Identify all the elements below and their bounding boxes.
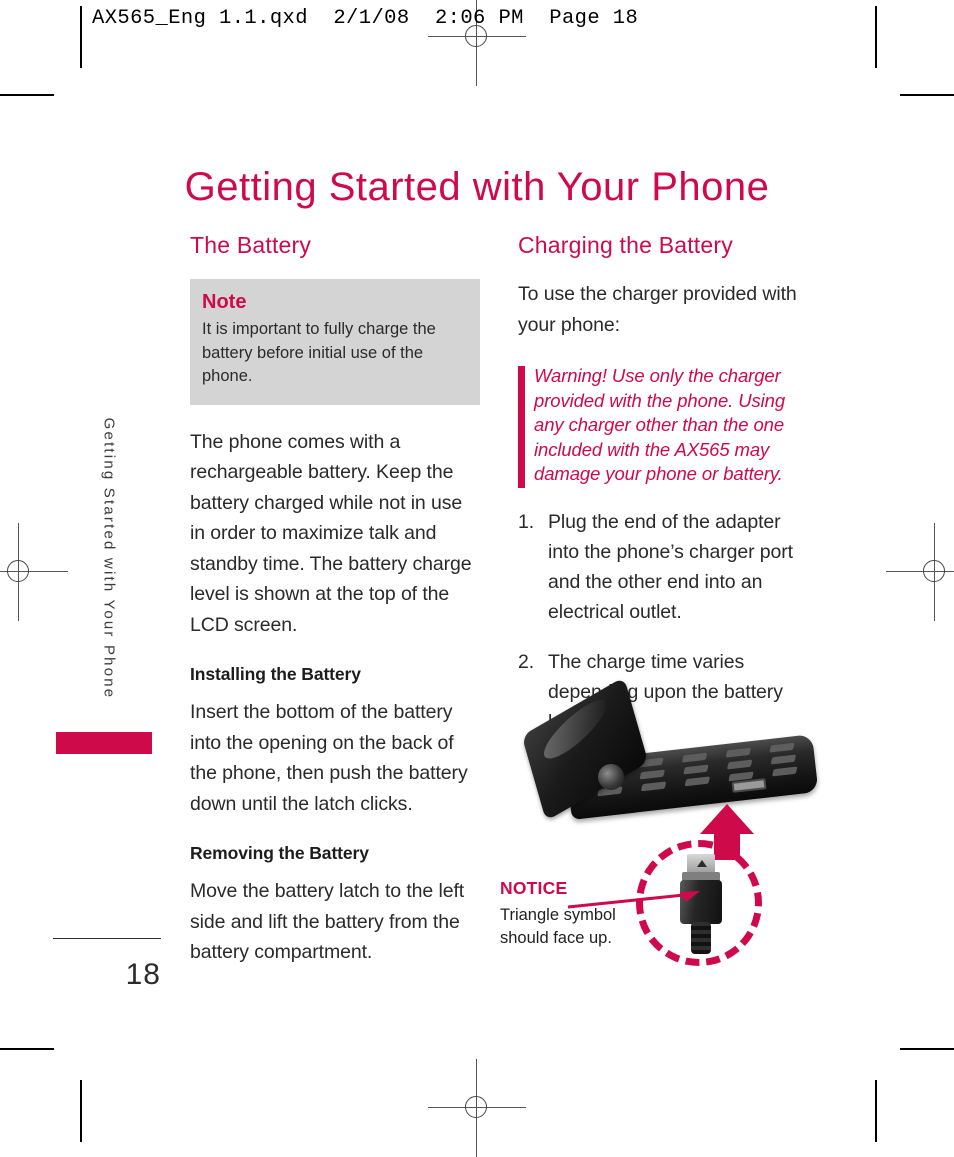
removing-the-battery-paragraph: Move the battery latch to the left side … bbox=[190, 880, 465, 963]
flip-phone-photo bbox=[521, 676, 826, 836]
registration-mark-circle bbox=[7, 560, 29, 582]
crop-mark-top-right-horizontal bbox=[900, 94, 954, 96]
warning-text: Warning! Use only the charger provided w… bbox=[534, 365, 786, 484]
side-tab-color-block bbox=[56, 732, 152, 754]
registration-mark-right bbox=[886, 523, 954, 621]
section-heading-the-battery: The Battery bbox=[190, 232, 312, 258]
note-title: Note bbox=[202, 291, 247, 313]
right-column: Charging the Battery To use the charger … bbox=[518, 232, 810, 757]
notice-body-text: Triangle symbol should face up. bbox=[500, 906, 616, 947]
triangle-symbol-icon bbox=[697, 860, 707, 867]
crop-mark-top-left-horizontal bbox=[0, 94, 54, 96]
charger-connection-figure: NOTICE Triangle symbol should face up. bbox=[496, 676, 836, 996]
battery-intro-paragraph: The phone comes with a rechargeable batt… bbox=[190, 430, 472, 636]
charging-steps-list: 1. Plug the end of the adapter into the … bbox=[518, 507, 810, 737]
prepress-slug-line: AX565_Eng 1.1.qxd 2/1/08 2:06 PM Page 18 bbox=[92, 7, 639, 30]
connector-cable-strain-relief bbox=[691, 922, 711, 954]
registration-mark-left bbox=[0, 523, 68, 621]
note-box: Note It is important to fully charge the… bbox=[190, 279, 480, 405]
registration-mark-bottom bbox=[428, 1059, 526, 1157]
page-title: Getting Started with Your Phone bbox=[184, 164, 770, 209]
crop-mark-bottom-right-horizontal bbox=[900, 1048, 954, 1050]
note-body: It is important to fully charge the batt… bbox=[202, 320, 436, 385]
crop-mark-top-left-vertical bbox=[80, 6, 82, 68]
list-item-number: 1. bbox=[518, 510, 535, 533]
charging-intro-paragraph: To use the charger provided with your ph… bbox=[518, 283, 797, 336]
list-item-number: 2. bbox=[518, 650, 535, 673]
page-number: 18 bbox=[125, 958, 161, 991]
crop-mark-bottom-left-horizontal bbox=[0, 1048, 54, 1050]
registration-mark-circle bbox=[923, 560, 945, 582]
list-item-text: Plug the end of the adapter into the pho… bbox=[548, 510, 793, 623]
list-item: 1. Plug the end of the adapter into the … bbox=[518, 507, 810, 627]
subheading-removing-the-battery: Removing the Battery bbox=[190, 843, 369, 863]
left-column: The Battery Note It is important to full… bbox=[190, 232, 482, 992]
crop-mark-top-right-vertical bbox=[875, 6, 877, 68]
subheading-installing-the-battery: Installing the Battery bbox=[190, 664, 361, 684]
section-heading-charging-the-battery: Charging the Battery bbox=[518, 232, 733, 258]
crop-mark-bottom-left-vertical bbox=[80, 1080, 82, 1142]
notice-label: NOTICE bbox=[500, 878, 568, 898]
side-tab: Getting Started with Your Phone bbox=[94, 400, 124, 730]
folio-rule bbox=[53, 938, 161, 939]
registration-mark-circle bbox=[465, 1096, 487, 1118]
side-tab-label: Getting Started with Your Phone bbox=[100, 417, 118, 700]
crop-mark-bottom-right-vertical bbox=[875, 1080, 877, 1142]
warning-accent-bar bbox=[518, 366, 525, 488]
warning-block: Warning! Use only the charger provided w… bbox=[518, 364, 810, 488]
installing-the-battery-paragraph: Insert the bottom of the battery into th… bbox=[190, 701, 468, 815]
connector-metal-tip bbox=[687, 854, 715, 874]
